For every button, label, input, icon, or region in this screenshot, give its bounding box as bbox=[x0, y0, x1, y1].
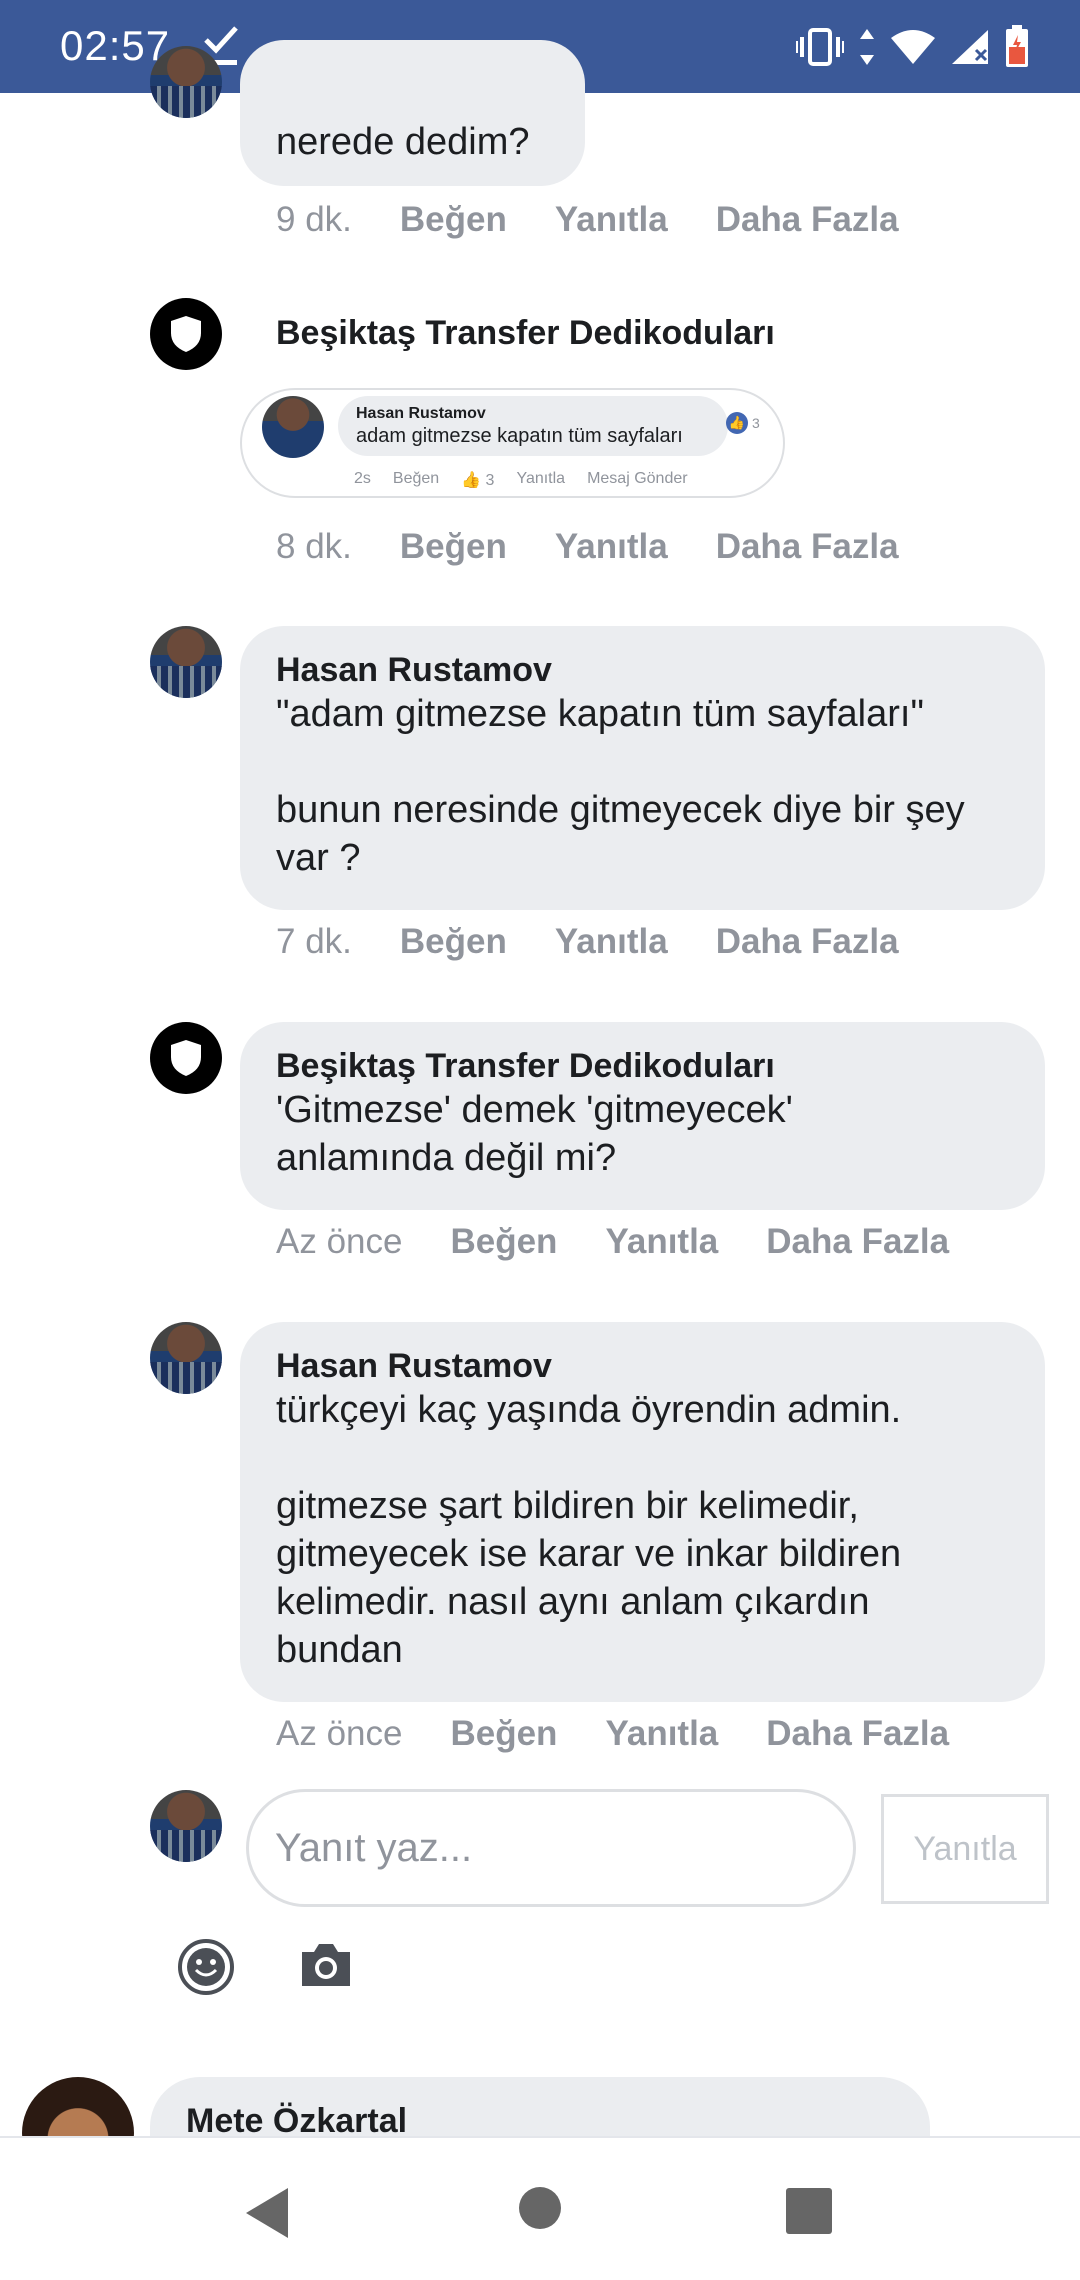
avatar[interactable] bbox=[150, 1322, 222, 1394]
embedded-bubble: Hasan Rustamov adam gitmezse kapatın tüm… bbox=[338, 396, 728, 456]
comment-author[interactable]: Mete Özkartal bbox=[186, 2101, 894, 2141]
avatar[interactable] bbox=[150, 298, 222, 370]
reply-button[interactable]: Yanıtla bbox=[555, 200, 668, 240]
embedded-actions: 2s Beğen 👍 3 Yanıtla Mesaj Gönder bbox=[354, 470, 688, 490]
avatar[interactable] bbox=[150, 46, 222, 118]
comment-text: 'Gitmezse' demek 'gitmeyecek' anlamında … bbox=[276, 1089, 804, 1179]
shield-logo-icon bbox=[171, 1040, 201, 1076]
like-button[interactable]: Beğen bbox=[400, 527, 507, 567]
embedded-likes-inline: 👍 3 bbox=[461, 472, 495, 489]
avatar[interactable] bbox=[150, 1022, 222, 1094]
embedded-like: Beğen bbox=[392, 470, 440, 487]
emoji-icon[interactable] bbox=[176, 1937, 236, 1997]
recents-icon[interactable] bbox=[786, 2188, 832, 2234]
back-icon[interactable] bbox=[244, 2186, 290, 2240]
signal-icon bbox=[952, 30, 988, 64]
battery-icon bbox=[1006, 25, 1028, 67]
like-button[interactable]: Beğen bbox=[450, 1714, 557, 1754]
embedded-author: Hasan Rustamov bbox=[356, 405, 486, 422]
comment-text: nerede dedim? bbox=[276, 121, 530, 163]
reply-submit-button[interactable]: Yanıtla bbox=[881, 1794, 1049, 1904]
status-time: 02:57 bbox=[60, 22, 171, 69]
comment-actions: Az önce Beğen Yanıtla Daha Fazla bbox=[276, 1714, 997, 1754]
comment-time: 8 dk. bbox=[276, 527, 352, 566]
data-arrows-icon bbox=[860, 29, 874, 65]
embedded-text: adam gitmezse kapatın tüm sayfaları bbox=[356, 425, 683, 447]
embedded-avatar bbox=[262, 396, 324, 458]
like-button[interactable]: Beğen bbox=[400, 200, 507, 240]
reply-button[interactable]: Yanıtla bbox=[605, 1714, 718, 1754]
embedded-time: 2s bbox=[354, 470, 371, 487]
comment-time: 7 dk. bbox=[276, 922, 352, 961]
more-button[interactable]: Daha Fazla bbox=[766, 1714, 949, 1754]
more-button[interactable]: Daha Fazla bbox=[716, 527, 899, 567]
comment-time: 9 dk. bbox=[276, 200, 352, 239]
home-icon[interactable] bbox=[518, 2186, 562, 2230]
comment-text: türkçeyi kaç yaşında öyrendin admin. git… bbox=[276, 1389, 902, 1671]
comment-actions: 7 dk. Beğen Yanıtla Daha Fazla bbox=[276, 922, 947, 962]
comment-bubble: Hasan Rustamov "adam gitmezse kapatın tü… bbox=[240, 626, 1045, 910]
reply-button[interactable]: Yanıtla bbox=[555, 922, 668, 962]
navigation-bar bbox=[0, 2136, 1080, 2280]
thumbs-up-icon: 👍 bbox=[726, 412, 748, 434]
comment-text: "adam gitmezse kapatın tüm sayfaları" bu… bbox=[276, 693, 965, 879]
reply-button[interactable]: Yanıtla bbox=[555, 527, 668, 567]
comment-author[interactable]: Beşiktaş Transfer Dedikoduları bbox=[276, 314, 775, 353]
reply-input[interactable]: Yanıt yaz... bbox=[246, 1789, 856, 1907]
comment-bubble: Hasan Rustamov türkçeyi kaç yaşında öyre… bbox=[240, 1322, 1045, 1702]
comment-author[interactable]: Hasan Rustamov bbox=[276, 650, 1009, 690]
comment-actions: 8 dk. Beğen Yanıtla Daha Fazla bbox=[276, 527, 947, 567]
embedded-message: Mesaj Gönder bbox=[587, 470, 688, 487]
more-button[interactable]: Daha Fazla bbox=[716, 200, 899, 240]
comment-author[interactable]: Beşiktaş Transfer Dedikoduları bbox=[276, 1046, 1009, 1086]
embedded-image[interactable]: Hasan Rustamov adam gitmezse kapatın tüm… bbox=[240, 388, 785, 498]
shield-logo-icon bbox=[171, 316, 201, 352]
more-button[interactable]: Daha Fazla bbox=[716, 922, 899, 962]
wifi-icon bbox=[891, 30, 935, 64]
embedded-likes-inline-count: 3 bbox=[485, 472, 495, 489]
comment-time: Az önce bbox=[276, 1222, 403, 1261]
status-icons bbox=[796, 24, 1030, 70]
more-button[interactable]: Daha Fazla bbox=[766, 1222, 949, 1262]
comment-bubble: Beşiktaş Transfer Dedikoduları 'Gitmezse… bbox=[240, 1022, 1045, 1210]
like-button[interactable]: Beğen bbox=[400, 922, 507, 962]
reply-button[interactable]: Yanıtla bbox=[605, 1222, 718, 1262]
comment-author[interactable]: Hasan Rustamov bbox=[276, 1346, 1009, 1386]
like-button[interactable]: Beğen bbox=[450, 1222, 557, 1262]
embedded-like-count: 👍 3 bbox=[726, 412, 760, 434]
current-user-avatar bbox=[150, 1790, 222, 1862]
avatar[interactable] bbox=[150, 626, 222, 698]
comment-actions: Az önce Beğen Yanıtla Daha Fazla bbox=[276, 1222, 997, 1262]
embedded-like-number: 3 bbox=[752, 415, 760, 431]
comment-bubble: nerede dedim? bbox=[240, 40, 585, 186]
vibrate-icon bbox=[796, 28, 844, 66]
comment-time: Az önce bbox=[276, 1714, 403, 1753]
comment-actions: 9 dk. Beğen Yanıtla Daha Fazla bbox=[276, 200, 947, 240]
embedded-reply: Yanıtla bbox=[516, 470, 566, 487]
camera-icon[interactable] bbox=[298, 1940, 354, 1990]
